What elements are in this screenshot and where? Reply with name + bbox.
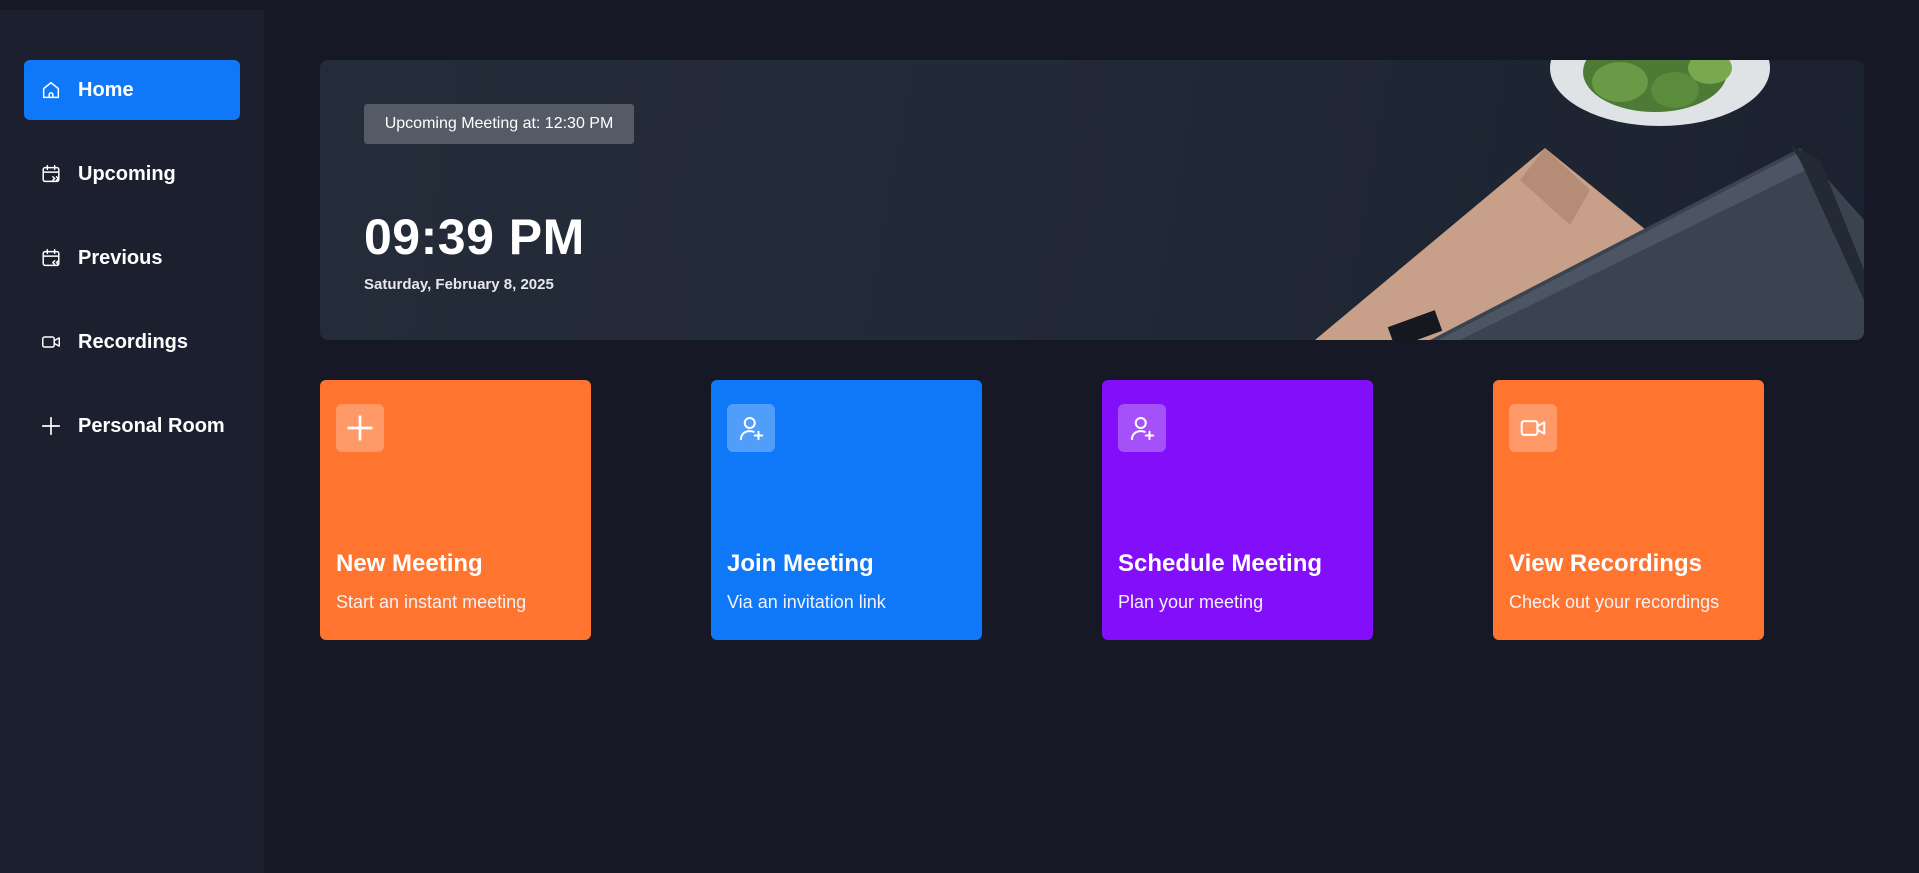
sidebar-item-personal-room[interactable]: Personal Room (24, 396, 240, 456)
upcoming-meeting-badge: Upcoming Meeting at: 12:30 PM (364, 104, 634, 144)
sidebar-item-label: Home (78, 78, 134, 101)
video-icon (40, 331, 62, 353)
sidebar-item-label: Upcoming (78, 162, 176, 185)
hero-background-image (1315, 60, 1864, 340)
current-time: 09:39 PM (364, 209, 585, 265)
card-subtitle: Plan your meeting (1118, 592, 1264, 612)
app-window: Home Upcoming Previous Recordings Person (0, 0, 1919, 873)
sidebar-item-label: Personal Room (78, 414, 225, 437)
new-meeting-card[interactable]: New Meeting Start an instant meeting (320, 380, 591, 640)
join-meeting-card[interactable]: Join Meeting Via an invitation link (711, 380, 982, 640)
calendar-previous-icon (40, 247, 62, 269)
card-title: Join Meeting (727, 550, 874, 577)
hero-banner: Upcoming Meeting at: 12:30 PM 09:39 PM S… (320, 60, 1864, 340)
sidebar-item-label: Previous (78, 246, 163, 269)
sidebar-item-recordings[interactable]: Recordings (24, 312, 240, 372)
sidebar-item-label: Recordings (78, 330, 189, 353)
plus-icon (336, 404, 384, 452)
current-date: Saturday, February 8, 2025 (364, 276, 554, 293)
sidebar-item-previous[interactable]: Previous (24, 228, 240, 288)
sidebar: Home Upcoming Previous Recordings Person (0, 10, 264, 873)
sidebar-item-upcoming[interactable]: Upcoming (24, 144, 240, 204)
video-icon (1509, 404, 1557, 452)
card-title: New Meeting (336, 550, 483, 577)
sidebar-item-home[interactable]: Home (24, 60, 240, 120)
home-icon (40, 79, 62, 101)
add-user-icon (727, 404, 775, 452)
calendar-upcoming-icon (40, 163, 62, 185)
add-user-icon (1118, 404, 1166, 452)
card-subtitle: Check out your recordings (1509, 592, 1720, 612)
view-recordings-card[interactable]: View Recordings Check out your recording… (1493, 380, 1764, 640)
schedule-meeting-card[interactable]: Schedule Meeting Plan your meeting (1102, 380, 1373, 640)
main-content: Upcoming Meeting at: 12:30 PM 09:39 PM S… (264, 10, 1919, 873)
card-title: Schedule Meeting (1118, 550, 1323, 577)
card-subtitle: Start an instant meeting (336, 592, 527, 612)
card-subtitle: Via an invitation link (727, 592, 886, 612)
card-title: View Recordings (1509, 550, 1702, 577)
plus-icon (40, 415, 62, 437)
